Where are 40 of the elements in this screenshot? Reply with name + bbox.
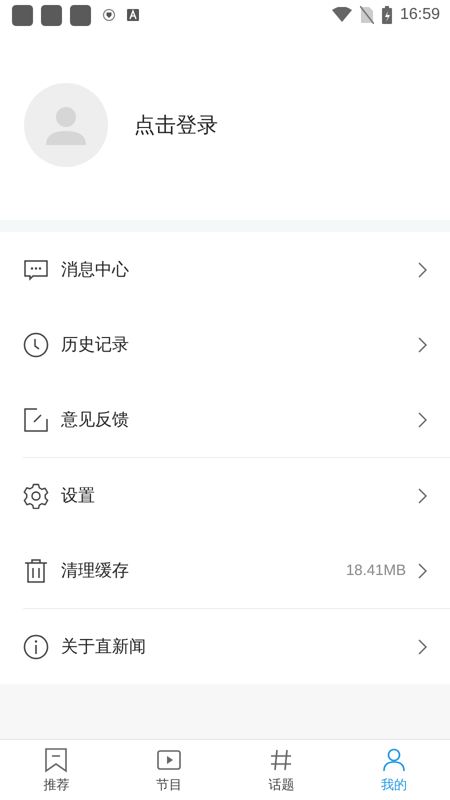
menu-item[interactable]: 消息中心 [0,232,450,307]
nav-tab[interactable]: 推荐 [0,740,112,800]
menu-label: 意见反馈 [61,409,130,431]
chevron-right-icon [418,262,428,278]
wifi-icon [332,7,352,23]
menu-label: 消息中心 [61,259,130,281]
menu-item[interactable]: 清理缓存 18.41MB [0,533,450,608]
trash-icon [23,558,49,584]
bookmark-icon [43,746,70,772]
edit-icon [23,406,49,432]
notification-icon [70,4,91,26]
cache-size: 18.41MB [346,562,406,579]
chevron-right-icon [418,412,428,428]
menu-label: 历史记录 [61,334,130,356]
notification-icon [41,4,62,26]
chevron-right-icon [418,638,428,654]
chevron-right-icon [418,562,428,578]
person-icon [380,746,407,772]
menu-label: 关于直新闻 [61,636,147,658]
menu-item[interactable]: 意见反馈 [0,382,450,457]
menu-item[interactable]: 设置 [0,458,450,533]
clock-icon [23,332,49,358]
menu-item[interactable]: 关于直新闻 [0,609,450,684]
settings-icon [23,482,49,508]
clock-time: 16:59 [400,6,440,24]
avatar-icon[interactable] [24,83,108,167]
info-icon [23,634,49,660]
no-sim-icon [360,6,374,24]
chevron-right-icon [418,336,428,352]
chevron-right-icon [418,488,428,504]
notification-icon [12,4,33,26]
shield-icon [103,9,115,21]
app-icon [127,9,139,21]
nav-tab[interactable]: 话题 [225,740,338,800]
menu-item[interactable]: 历史记录 [0,307,450,382]
nav-tab[interactable]: 节目 [112,740,225,800]
login-link[interactable]: 点击登录 [134,111,218,139]
battery-icon [382,6,392,24]
menu-label: 设置 [61,485,96,507]
menu-label: 清理缓存 [61,560,130,582]
